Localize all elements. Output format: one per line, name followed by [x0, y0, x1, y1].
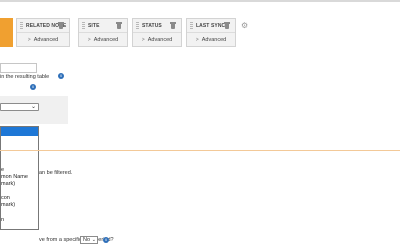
- column-header-bar: RELATED NODE > Advanced SITE > Advanced …: [0, 18, 400, 47]
- column-title: LAST SYNC: [196, 22, 226, 29]
- time-period-select[interactable]: No ⌄: [80, 236, 98, 244]
- chevron-right-icon: >: [141, 36, 145, 43]
- advanced-filter-link[interactable]: > Advanced: [79, 33, 127, 46]
- section-divider: [0, 150, 400, 151]
- top-border: [0, 0, 400, 2]
- column-title: STATUS: [142, 22, 162, 29]
- column-header-last-sync[interactable]: LAST SYNC > Advanced: [186, 18, 236, 47]
- dropdown-option[interactable]: mark): [1, 202, 15, 208]
- dropdown-option[interactable]: mark): [1, 181, 15, 187]
- advanced-filter-link[interactable]: > Advanced: [187, 33, 235, 46]
- advanced-label: Advanced: [33, 36, 59, 43]
- dropdown-option[interactable]: con: [1, 195, 10, 201]
- trash-icon[interactable]: [116, 22, 122, 29]
- chevron-right-icon: >: [27, 36, 31, 43]
- drag-handle-icon[interactable]: [190, 22, 193, 29]
- column-header-related-node[interactable]: RELATED NODE > Advanced: [16, 18, 70, 47]
- text-input[interactable]: [0, 63, 37, 73]
- resulting-table-label: in the resulting table: [0, 74, 50, 80]
- active-tab-indicator[interactable]: [0, 18, 13, 47]
- trash-icon[interactable]: [170, 22, 176, 29]
- column-header-site[interactable]: SITE > Advanced: [78, 18, 128, 47]
- chevron-down-icon: ⌄: [91, 237, 96, 243]
- trash-icon[interactable]: [58, 22, 64, 29]
- gear-icon[interactable]: ⚙: [241, 22, 249, 30]
- advanced-label: Advanced: [93, 36, 119, 43]
- advanced-filter-link[interactable]: > Advanced: [17, 33, 69, 46]
- drag-handle-icon[interactable]: [136, 22, 139, 29]
- column-header-status[interactable]: STATUS > Advanced: [132, 18, 182, 47]
- column-select[interactable]: ⌄: [0, 103, 39, 111]
- chevron-down-icon: ⌄: [30, 104, 36, 110]
- dropdown-highlighted-option[interactable]: [1, 127, 38, 136]
- chevron-right-icon: >: [195, 36, 199, 43]
- select-dropdown-list[interactable]: e mon Name mark) con mark) n: [0, 126, 39, 230]
- time-period-value: No: [83, 237, 91, 243]
- info-icon[interactable]: i: [30, 84, 36, 90]
- drag-handle-icon[interactable]: [82, 22, 85, 29]
- dropdown-option[interactable]: n: [1, 217, 4, 223]
- column-title: SITE: [88, 22, 100, 29]
- info-icon[interactable]: i: [58, 73, 64, 79]
- chevron-right-icon: >: [87, 36, 91, 43]
- filter-hint-label: an be filtered.: [39, 170, 73, 176]
- advanced-label: Advanced: [147, 36, 173, 43]
- info-icon[interactable]: i: [103, 237, 109, 243]
- drag-handle-icon[interactable]: [20, 22, 23, 29]
- trash-icon[interactable]: [224, 22, 230, 29]
- dropdown-option[interactable]: e: [1, 167, 4, 173]
- advanced-filter-link[interactable]: > Advanced: [133, 33, 181, 46]
- dropdown-option[interactable]: mon Name: [1, 174, 28, 180]
- advanced-label: Advanced: [201, 36, 227, 43]
